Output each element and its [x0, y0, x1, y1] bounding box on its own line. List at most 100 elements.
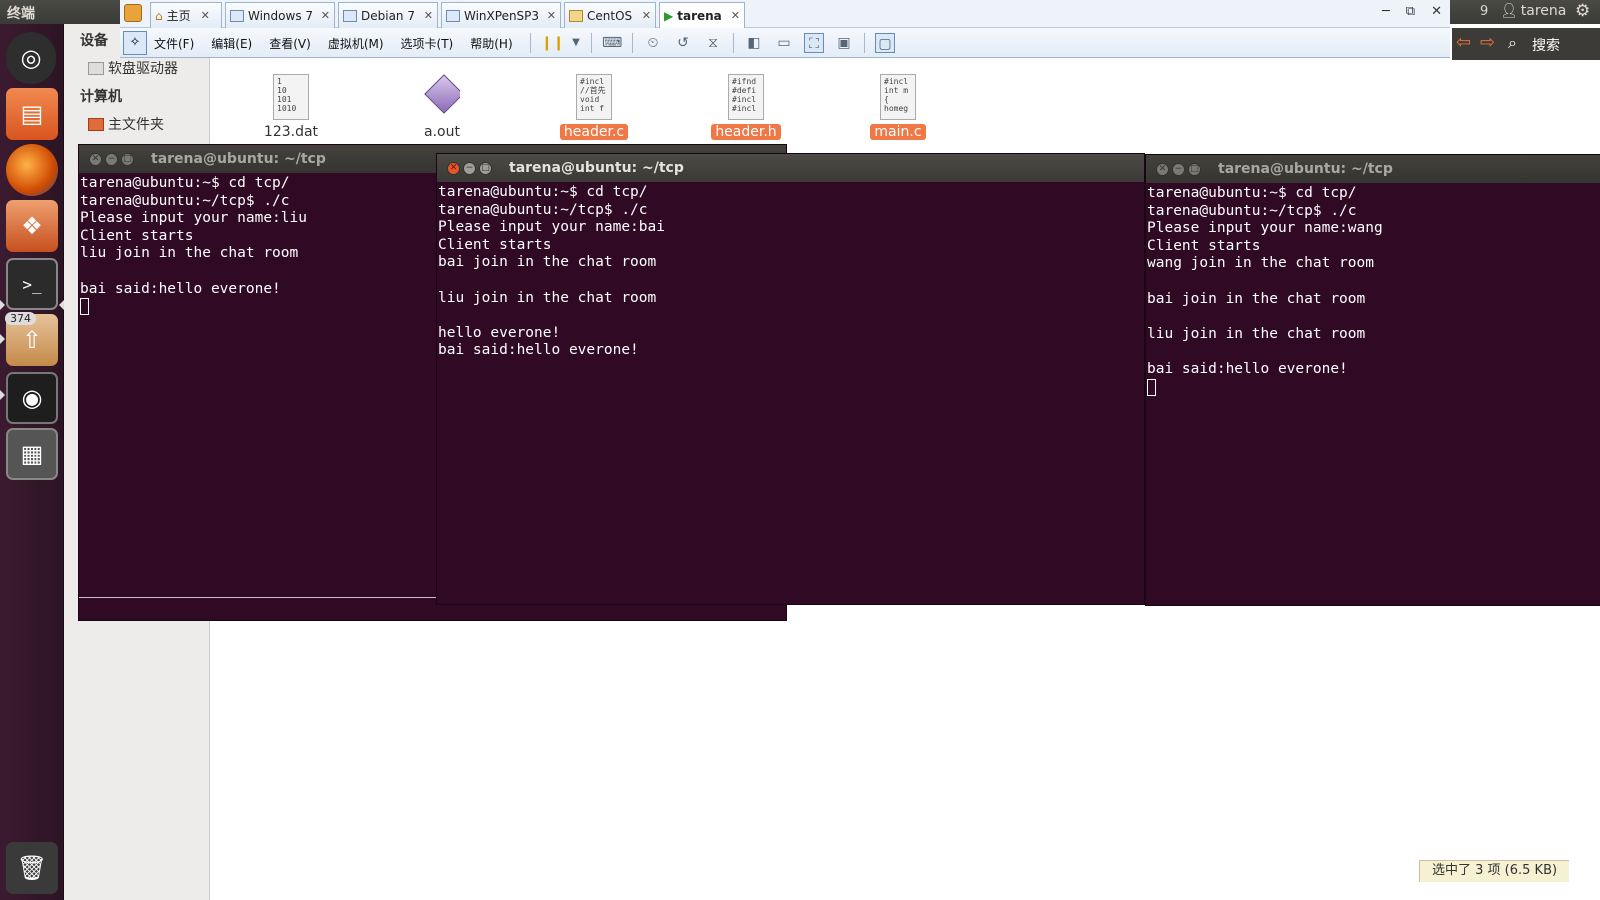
menu-vm[interactable]: 虚拟机(M)	[328, 35, 384, 52]
terminal-icon[interactable]: >_	[6, 258, 58, 310]
minimize-icon[interactable]: ─	[1382, 4, 1390, 19]
file-item[interactable]: a.out	[387, 74, 497, 140]
sidebar-section-devices: 设备	[80, 33, 108, 49]
terminal-line: liu join in the chat room	[438, 289, 657, 306]
maximize-icon[interactable]: □	[121, 152, 134, 166]
terminal-output[interactable]: tarena@ubuntu:~$ cd tcp/tarena@ubuntu:~/…	[1146, 183, 1600, 398]
close-icon[interactable]: ✕	[642, 9, 651, 22]
gear-icon[interactable]: ⚙	[1575, 1, 1590, 21]
terminal-window-wang[interactable]: ✕ − □ tarena@ubuntu: ~/tcp tarena@ubuntu…	[1145, 154, 1600, 606]
terminal-line: Client starts	[438, 236, 552, 253]
terminal-titlebar[interactable]: ✕ − □ tarena@ubuntu: ~/tcp	[437, 154, 1144, 182]
snapshot-manager-icon[interactable]: ⧖	[703, 33, 723, 53]
clock-fragment[interactable]: 9	[1480, 4, 1488, 19]
firefox-icon[interactable]	[6, 144, 58, 196]
sidebar-section-computer: 计算机	[80, 89, 122, 105]
terminal-line: tarena@ubuntu:~$ cd tcp/	[438, 184, 648, 200]
minimize-icon[interactable]: −	[463, 161, 476, 175]
files-icon[interactable]: ▤	[6, 88, 58, 140]
close-icon[interactable]: ✕	[731, 9, 740, 22]
tab-debian7[interactable]: Debian 7 ✕	[338, 2, 438, 28]
tab-windows7[interactable]: Windows 7 ✕	[225, 2, 335, 28]
sidebar-item-home[interactable]: 主文件夹	[88, 114, 164, 134]
menu-help[interactable]: 帮助(H)	[470, 35, 512, 52]
home-icon: ⌂	[155, 8, 163, 23]
file-item[interactable]: #incl //首先 void int f header.c	[539, 74, 649, 140]
file-name: 123.dat	[263, 124, 319, 140]
terminal-title: tarena@ubuntu: ~/tcp	[509, 160, 684, 176]
terminal-titlebar[interactable]: ✕ − □ tarena@ubuntu: ~/tcp	[1146, 155, 1600, 183]
forward-arrow-icon[interactable]: ⇨	[1480, 32, 1495, 53]
restore-icon[interactable]: ⧉	[1406, 4, 1415, 19]
tab-centos[interactable]: CentOS ✕	[564, 2, 656, 28]
library-icon[interactable]: ◧	[744, 33, 764, 53]
tab-label: Debian 7	[361, 8, 415, 23]
revert-snapshot-icon[interactable]: ↺	[673, 33, 693, 53]
close-icon[interactable]: ✕	[1156, 162, 1169, 176]
floppy-icon	[88, 61, 104, 75]
terminal-output[interactable]: tarena@ubuntu:~$ cd tcp/tarena@ubuntu:~/…	[437, 182, 1144, 362]
terminal-window-bai[interactable]: ✕ − □ tarena@ubuntu: ~/tcp tarena@ubuntu…	[436, 153, 1145, 605]
tab-winxpensp3[interactable]: WinXPenSP3 ✕	[441, 2, 561, 28]
minimize-icon[interactable]: −	[105, 152, 118, 166]
unity-icon[interactable]: ▣	[834, 33, 854, 53]
send-ctrl-alt-del-icon[interactable]: ⌨	[602, 33, 622, 53]
close-icon[interactable]: ✕	[424, 9, 433, 22]
trash-icon[interactable]: 🗑︎	[6, 842, 58, 894]
running-indicator	[0, 300, 5, 310]
close-icon[interactable]: ✕	[447, 161, 460, 175]
software-center-icon[interactable]: ❖	[6, 200, 58, 252]
terminal-line: hello everone!	[438, 324, 561, 341]
toolbar-separator	[591, 33, 592, 53]
file-item[interactable]: #incl int m { homeg main.c	[843, 74, 953, 140]
sidebar-item-floppy[interactable]: 软盘驱动器	[88, 58, 178, 78]
tab-label: Windows 7	[248, 8, 314, 23]
close-window-icon[interactable]: ✕	[1431, 4, 1442, 19]
maximize-icon[interactable]: □	[1188, 162, 1201, 176]
back-arrow-icon[interactable]: ⇦	[1456, 32, 1471, 53]
vmware-icon[interactable]: ◉	[6, 372, 58, 424]
terminal-line: bai join in the chat room	[438, 254, 657, 271]
terminal-line: bai said:hello everone!	[438, 342, 639, 359]
menu-bar: 文件(F) 编辑(E) 查看(V) 虚拟机(M) 选项卡(T) 帮助(H)	[154, 35, 513, 52]
pin-icon[interactable]: ✧	[123, 31, 147, 55]
console-view-icon[interactable]: ▢	[875, 33, 895, 53]
user-icon: 👤︎	[1500, 3, 1518, 19]
pause-icon[interactable]: ❙❙	[541, 33, 564, 53]
tab-label: CentOS	[587, 8, 633, 23]
minimize-icon[interactable]: −	[1172, 162, 1185, 176]
snapshot-icon[interactable]: ⏲	[643, 33, 663, 53]
workspace-switcher-icon[interactable]: ▦	[6, 428, 58, 480]
menu-file[interactable]: 文件(F)	[154, 35, 194, 52]
home-folder-icon	[88, 117, 104, 131]
tab-tarena[interactable]: ▶ tarena ✕	[659, 2, 745, 28]
chevron-down-icon[interactable]: ▼	[571, 33, 581, 53]
close-icon[interactable]: ✕	[201, 9, 210, 22]
search-icon[interactable]: ⌕	[1508, 33, 1517, 53]
toolbar-separator	[632, 33, 633, 53]
terminal-cursor	[1147, 378, 1156, 396]
thumbnail-bar-icon[interactable]: ▭	[774, 33, 794, 53]
tab-home[interactable]: ⌂ 主页 ✕	[150, 2, 222, 28]
user-name: tarena	[1520, 3, 1567, 19]
vmware-logo-icon[interactable]	[124, 4, 142, 22]
dash-home-icon[interactable]: ◎	[6, 32, 56, 84]
close-icon[interactable]: ✕	[89, 152, 102, 166]
menu-view[interactable]: 查看(V)	[269, 35, 311, 52]
search-button[interactable]: 搜索	[1532, 35, 1560, 55]
menu-edit[interactable]: 编辑(E)	[211, 35, 252, 52]
close-icon[interactable]: ✕	[547, 9, 556, 22]
fullscreen-icon[interactable]: ⛶	[804, 33, 824, 53]
user-menu[interactable]: 👤︎ tarena	[1500, 3, 1566, 19]
tab-label: 主页	[166, 9, 191, 23]
close-icon[interactable]: ✕	[321, 9, 330, 22]
file-item[interactable]: 1 10 101 1010 123.dat	[236, 74, 346, 140]
tab-label: WinXPenSP3	[464, 8, 540, 23]
menu-tabs[interactable]: 选项卡(T)	[401, 35, 454, 52]
maximize-icon[interactable]: □	[479, 161, 492, 175]
terminal-line: tarena@ubuntu:~/tcp$ ./c	[1147, 202, 1357, 219]
file-item[interactable]: #ifnd #defi #incl #incl header.h	[691, 74, 801, 140]
